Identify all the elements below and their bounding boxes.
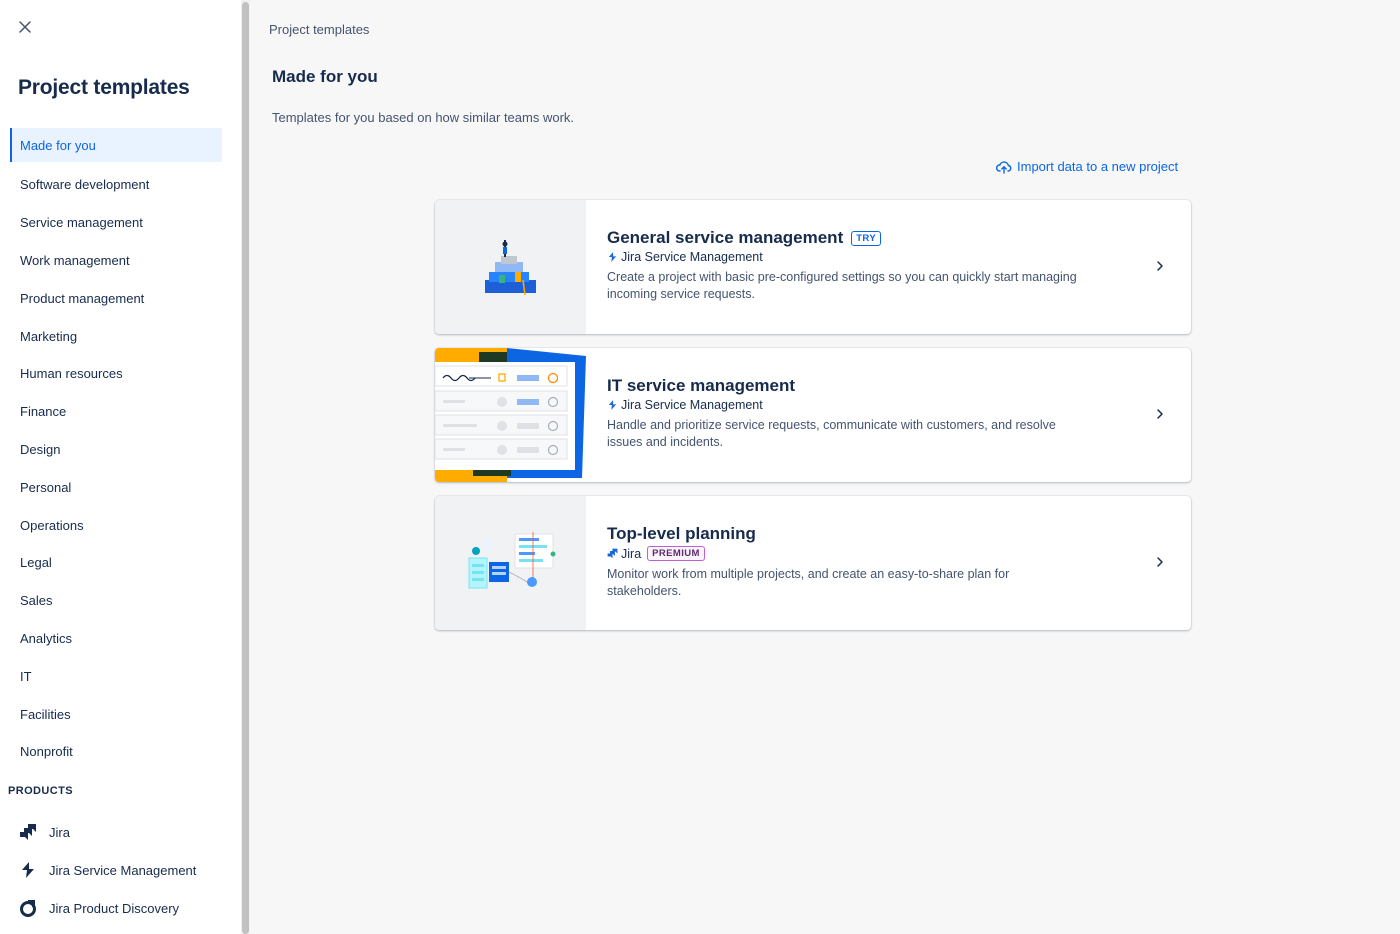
- import-link-label: Import data to a new project: [1017, 159, 1179, 174]
- products-heading: PRODUCTS: [8, 785, 73, 797]
- jira-service-management-icon: [608, 252, 617, 262]
- product-label: Jira: [49, 824, 70, 840]
- sidebar-item-personal[interactable]: Personal: [10, 468, 222, 506]
- sidebar-item-software-development[interactable]: Software development: [10, 166, 222, 204]
- page-subtitle: Templates for you based on how similar t…: [272, 110, 575, 125]
- product-jira[interactable]: Jira: [18, 820, 70, 844]
- jira-icon: [18, 822, 38, 842]
- template-illustration: [435, 496, 586, 630]
- card-product: Jira Service Management: [621, 250, 763, 264]
- sidebar-item-human-resources[interactable]: Human resources: [10, 355, 222, 393]
- scrollbar-thumb[interactable]: [242, 2, 249, 934]
- sidebar-item-analytics[interactable]: Analytics: [10, 620, 222, 658]
- chevron-right-icon: [1157, 557, 1163, 567]
- template-illustration: [435, 348, 586, 482]
- sidebar-item-service-management[interactable]: Service management: [10, 204, 222, 242]
- sidebar-item-finance[interactable]: Finance: [10, 393, 222, 431]
- category-nav: Made for you Software development Servic…: [10, 128, 222, 771]
- jira-service-management-icon: [18, 860, 38, 880]
- card-description: Monitor work from multiple projects, and…: [607, 567, 1010, 598]
- template-card-general-service-management[interactable]: General service management TRY Jira Serv…: [435, 200, 1191, 334]
- sidebar-item-operations[interactable]: Operations: [10, 506, 222, 544]
- product-label: Jira Service Management: [49, 862, 197, 878]
- sidebar-item-nonprofit[interactable]: Nonprofit: [10, 733, 222, 771]
- breadcrumb: Project templates: [269, 22, 370, 37]
- sidebar-item-legal[interactable]: Legal: [10, 544, 222, 582]
- jira-icon: [607, 548, 618, 559]
- sidebar-item-it[interactable]: IT: [10, 657, 222, 695]
- sidebar-item-work-management[interactable]: Work management: [10, 242, 222, 280]
- sidebar-item-design[interactable]: Design: [10, 431, 222, 469]
- sidebar-title: Project templates: [18, 76, 190, 99]
- sidebar-item-marketing[interactable]: Marketing: [10, 317, 222, 355]
- sidebar-item-made-for-you[interactable]: Made for you: [10, 128, 222, 162]
- chevron-right-icon: [1157, 261, 1163, 271]
- template-illustration: [435, 200, 586, 334]
- chevron-right-icon: [1157, 409, 1163, 419]
- close-icon: [19, 21, 31, 33]
- try-badge: TRY: [851, 230, 882, 246]
- template-card-it-service-management[interactable]: IT service management Jira Service Manag…: [435, 348, 1191, 482]
- cloud-upload-icon: [996, 160, 1012, 174]
- template-card-top-level-planning[interactable]: Top-level planning Jira PREMIUM Monitor …: [435, 496, 1191, 630]
- sidebar-scrollbar[interactable]: [241, 0, 250, 934]
- close-button[interactable]: [14, 16, 36, 38]
- card-product: Jira Service Management: [621, 398, 763, 412]
- product-label: Jira Product Discovery: [49, 900, 180, 916]
- sidebar: Project templates Made for you Software …: [0, 0, 241, 934]
- card-description: Handle and prioritize service requests, …: [607, 418, 1056, 449]
- card-title: IT service management: [607, 376, 796, 395]
- page-title: Made for you: [272, 67, 378, 86]
- sidebar-item-facilities[interactable]: Facilities: [10, 695, 222, 733]
- card-description: Create a project with basic pre-configur…: [607, 270, 1077, 301]
- card-product: Jira: [621, 546, 642, 561]
- jira-product-discovery-icon: [18, 898, 38, 918]
- product-jira-service-management[interactable]: Jira Service Management: [18, 858, 196, 882]
- premium-badge: PREMIUM: [647, 546, 705, 561]
- import-data-link[interactable]: Import data to a new project: [996, 159, 1178, 174]
- sidebar-item-product-management[interactable]: Product management: [10, 279, 222, 317]
- card-title: General service management: [607, 228, 844, 247]
- sidebar-item-sales[interactable]: Sales: [10, 582, 222, 620]
- jira-service-management-icon: [608, 400, 617, 410]
- card-title: Top-level planning: [607, 524, 756, 543]
- product-jira-product-discovery[interactable]: Jira Product Discovery: [18, 896, 179, 920]
